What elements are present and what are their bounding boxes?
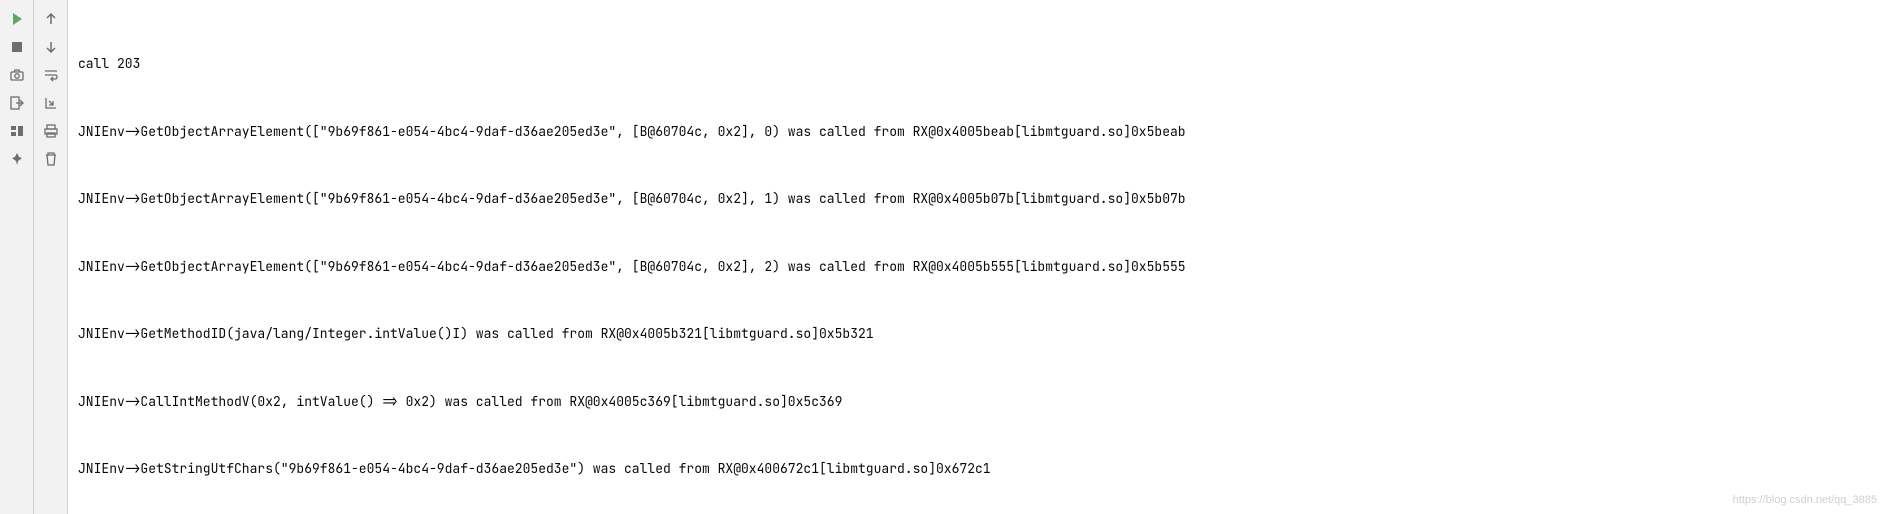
console-line: JNIEnv->GetStringUtfChars("9b69f861-e054…	[78, 458, 1897, 481]
soft-wrap-icon[interactable]	[40, 64, 62, 86]
stop-icon[interactable]	[6, 36, 28, 58]
layout-icon[interactable]	[6, 120, 28, 142]
print-icon[interactable]	[40, 120, 62, 142]
up-icon[interactable]	[40, 8, 62, 30]
console-line: JNIEnv->GetObjectArrayElement(["9b69f861…	[78, 256, 1897, 279]
pin-icon[interactable]	[6, 148, 28, 170]
exit-icon[interactable]	[6, 92, 28, 114]
watermark: https://blog.csdn.net/qq_3885	[1733, 494, 1877, 506]
console-line: JNIEnv->GetObjectArrayElement(["9b69f861…	[78, 188, 1897, 211]
console-output[interactable]: call 203 JNIEnv->GetObjectArrayElement([…	[68, 0, 1897, 514]
console-line: JNIEnv->CallIntMethodV(0x2, intValue() =…	[78, 391, 1897, 414]
run-toolbar	[0, 0, 34, 514]
console-toolbar	[34, 0, 68, 514]
console-line: JNIEnv->GetMethodID(java/lang/Integer.in…	[78, 323, 1897, 346]
rerun-icon[interactable]	[6, 8, 28, 30]
camera-icon[interactable]	[6, 64, 28, 86]
scroll-end-icon[interactable]	[40, 92, 62, 114]
down-icon[interactable]	[40, 36, 62, 58]
console-line: call 203	[78, 53, 1897, 76]
console-line: JNIEnv->GetObjectArrayElement(["9b69f861…	[78, 121, 1897, 144]
trash-icon[interactable]	[40, 148, 62, 170]
